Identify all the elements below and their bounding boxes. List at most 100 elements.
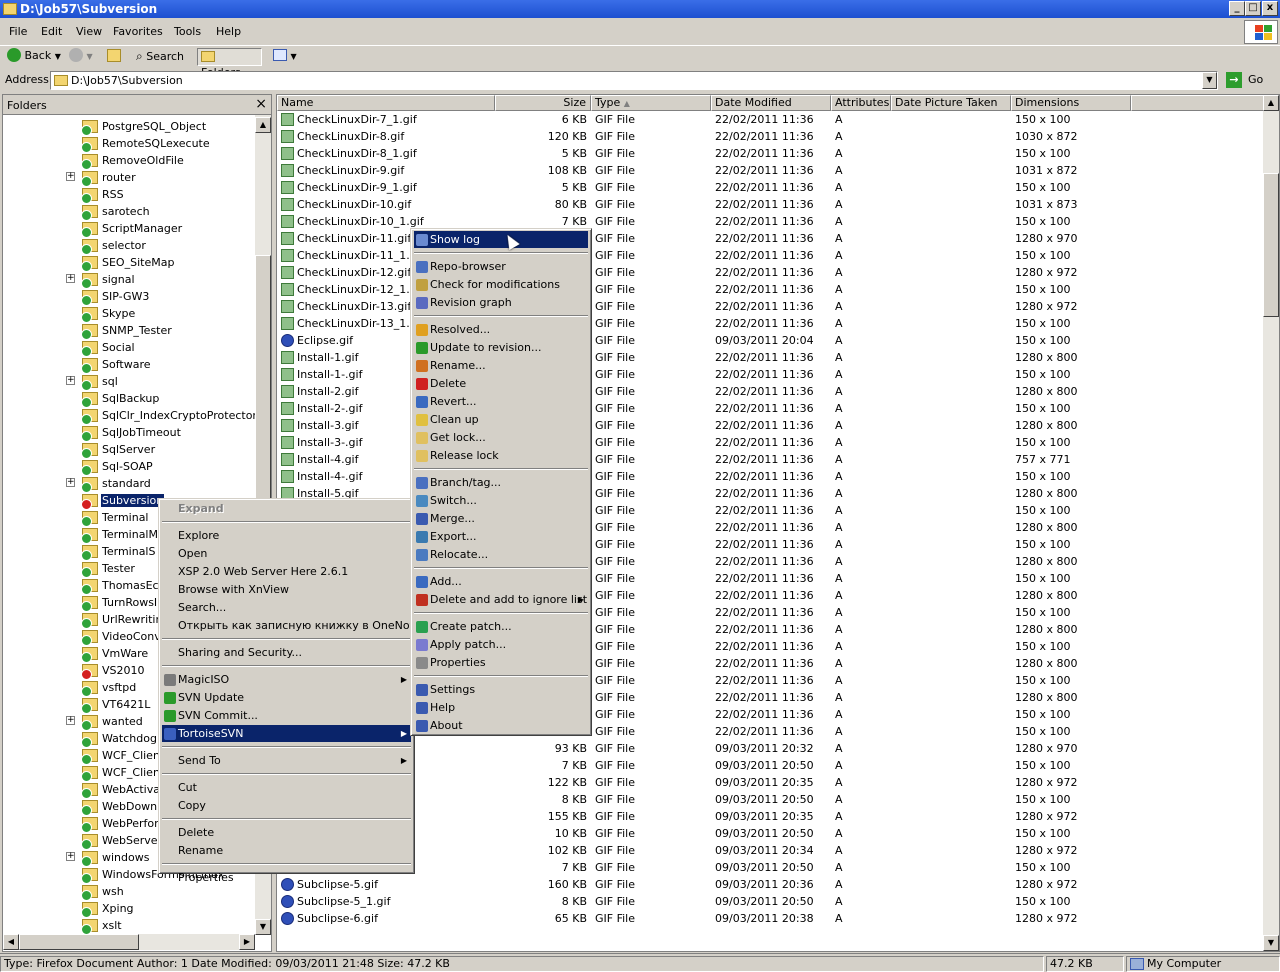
menu-item[interactable]: Add... xyxy=(414,573,588,590)
menu-item[interactable]: Release lock xyxy=(414,447,588,464)
menu-item[interactable]: Delete xyxy=(414,375,588,392)
column-type[interactable]: Type ▲ xyxy=(591,95,711,111)
scroll-left-button[interactable]: ◀ xyxy=(3,934,19,950)
menu-item[interactable]: Merge... xyxy=(414,510,588,527)
scroll-thumb[interactable] xyxy=(1263,173,1279,317)
tree-item[interactable]: Xping xyxy=(3,900,259,918)
menu-item[interactable]: Открыть как записную книжку в OneNote xyxy=(162,617,421,634)
folders-hscrollbar[interactable]: ◀ ▶ xyxy=(3,934,255,950)
menu-item[interactable]: Show log xyxy=(414,231,588,248)
menu-item[interactable]: Rename... xyxy=(414,357,588,374)
tree-item[interactable]: SIP-GW3 xyxy=(3,288,259,306)
menu-item[interactable]: About xyxy=(414,717,588,734)
file-row[interactable]: 8 KB GIF File 09/03/2011 20:50 A 150 x 100 xyxy=(277,791,1267,808)
file-row[interactable]: 93 KB GIF File 09/03/2011 20:32 A 1280 x 970 xyxy=(277,740,1267,757)
menu-item[interactable]: Create patch... xyxy=(414,618,588,635)
menu-item[interactable]: Revert... xyxy=(414,393,588,410)
tree-item[interactable]: RemoteSQLexecute xyxy=(3,135,259,153)
tree-item[interactable]: PostgreSQL_Object xyxy=(3,118,259,136)
menu-item[interactable]: Branch/tag... xyxy=(414,474,588,491)
menu-item[interactable]: Properties xyxy=(162,869,411,886)
tree-item[interactable]: xslt xyxy=(3,917,259,935)
menu-item[interactable]: Open xyxy=(162,545,411,562)
expand-icon[interactable]: + xyxy=(66,172,75,181)
menu-file[interactable]: File xyxy=(9,25,27,38)
minimize-button[interactable]: _ xyxy=(1229,1,1245,16)
maximize-button[interactable]: □ xyxy=(1245,1,1261,16)
menu-tools[interactable]: Tools xyxy=(174,25,201,38)
tree-item[interactable]: SqlJobTimeout xyxy=(3,424,259,442)
forward-button[interactable]: ▼ xyxy=(66,48,96,66)
folders-button[interactable]: Folders xyxy=(197,48,262,79)
tree-item[interactable]: selector xyxy=(3,237,259,255)
file-row[interactable]: 7 KB GIF File 09/03/2011 20:50 A 150 x 100 xyxy=(277,757,1267,774)
file-row[interactable]: CheckLinuxDir-9_1.gif 5 KB GIF File 22/02/2… xyxy=(277,179,1267,196)
close-button[interactable]: x xyxy=(1262,1,1278,16)
expand-icon[interactable]: + xyxy=(66,274,75,283)
file-row[interactable]: Subclipse-5_1.gif 8 KB GIF File 09/03/2011 … xyxy=(277,893,1267,910)
file-row[interactable]: CheckLinuxDir-8.gif 120 KB GIF File 22/02/2… xyxy=(277,128,1267,145)
tree-item[interactable]: + signal xyxy=(3,271,259,289)
menu-item[interactable]: Copy xyxy=(162,797,411,814)
search-button[interactable]: ⌕ Search xyxy=(133,48,187,66)
tree-item[interactable]: Skype xyxy=(3,305,259,323)
menu-item[interactable]: Browse with XnView xyxy=(162,581,411,598)
menu-item[interactable]: Delete and add to ignore list ▶ xyxy=(414,591,588,608)
file-row[interactable]: Subclipse-6.gif 65 KB GIF File 09/03/2011 2… xyxy=(277,910,1267,927)
file-scrollbar[interactable]: ▲ ▼ xyxy=(1263,95,1279,951)
column-dimensions[interactable]: Dimensions xyxy=(1011,95,1131,111)
hscroll-thumb[interactable] xyxy=(19,934,139,950)
file-row[interactable]: 10 KB GIF File 09/03/2011 20:50 A 150 x 100 xyxy=(277,825,1267,842)
menu-item[interactable]: Update to revision... xyxy=(414,339,588,356)
menu-item[interactable]: Relocate... xyxy=(414,546,588,563)
menu-item[interactable]: Delete xyxy=(162,824,411,841)
menu-item[interactable]: MagicISO ▶ xyxy=(162,671,411,688)
expand-icon[interactable]: + xyxy=(66,376,75,385)
menu-item[interactable]: Repo-browser xyxy=(414,258,588,275)
file-row[interactable]: CheckLinuxDir-10.gif 80 KB GIF File 22/02/2… xyxy=(277,196,1267,213)
views-button[interactable]: ▼ xyxy=(270,48,300,66)
tree-item[interactable]: + sql xyxy=(3,373,259,391)
menu-favorites[interactable]: Favorites xyxy=(113,25,163,38)
menu-item[interactable]: Apply patch... xyxy=(414,636,588,653)
scroll-down-button[interactable]: ▼ xyxy=(255,919,271,935)
tree-item[interactable]: SEO_SiteMap xyxy=(3,254,259,272)
tree-item[interactable]: sarotech xyxy=(3,203,259,221)
scroll-down-button[interactable]: ▼ xyxy=(1263,935,1279,951)
address-input[interactable]: D:\Job57\Subversion ▼ xyxy=(50,71,1218,90)
close-icon[interactable]: × xyxy=(255,96,267,112)
back-button[interactable]: Back ▼ xyxy=(4,48,64,66)
tree-item[interactable]: SqlClr_IndexCryptoProtector xyxy=(3,407,259,425)
menu-item[interactable]: Send To ▶ xyxy=(162,752,411,769)
expand-icon[interactable]: + xyxy=(66,852,75,861)
up-folder-button[interactable] xyxy=(104,48,124,66)
expand-icon[interactable]: + xyxy=(66,478,75,487)
menu-item[interactable]: SVN Update xyxy=(162,689,411,706)
menu-item[interactable]: SVN Commit... xyxy=(162,707,411,724)
menu-item[interactable]: Settings xyxy=(414,681,588,698)
scroll-up-button[interactable]: ▲ xyxy=(255,117,271,133)
menu-item[interactable]: Clean up xyxy=(414,411,588,428)
tree-item[interactable]: + router xyxy=(3,169,259,187)
tree-item[interactable]: SNMP_Tester xyxy=(3,322,259,340)
menu-item[interactable]: Search... xyxy=(162,599,411,616)
address-dropdown-button[interactable]: ▼ xyxy=(1202,72,1217,89)
menu-item[interactable]: Help xyxy=(414,699,588,716)
file-row[interactable]: CheckLinuxDir-7_1.gif 6 KB GIF File 22/02/2… xyxy=(277,111,1267,128)
tree-item[interactable]: RSS xyxy=(3,186,259,204)
tree-item[interactable]: + standard xyxy=(3,475,259,493)
menu-item[interactable]: Get lock... xyxy=(414,429,588,446)
file-row[interactable]: CheckLinuxDir-9.gif 108 KB GIF File 22/02/2… xyxy=(277,162,1267,179)
menu-item[interactable]: Explore xyxy=(162,527,411,544)
menu-item[interactable]: Rename xyxy=(162,842,411,859)
column-size[interactable]: Size xyxy=(495,95,591,111)
column-name[interactable]: Name xyxy=(277,95,495,111)
column-attributes[interactable]: Attributes xyxy=(831,95,891,111)
tree-item[interactable]: SqlServer xyxy=(3,441,259,459)
menu-item[interactable]: Expand xyxy=(162,500,411,517)
menu-item[interactable]: Cut xyxy=(162,779,411,796)
menu-item[interactable]: Properties xyxy=(414,654,588,671)
menu-item[interactable]: Switch... xyxy=(414,492,588,509)
tree-item[interactable]: Social xyxy=(3,339,259,357)
menu-item[interactable]: Revision graph xyxy=(414,294,588,311)
